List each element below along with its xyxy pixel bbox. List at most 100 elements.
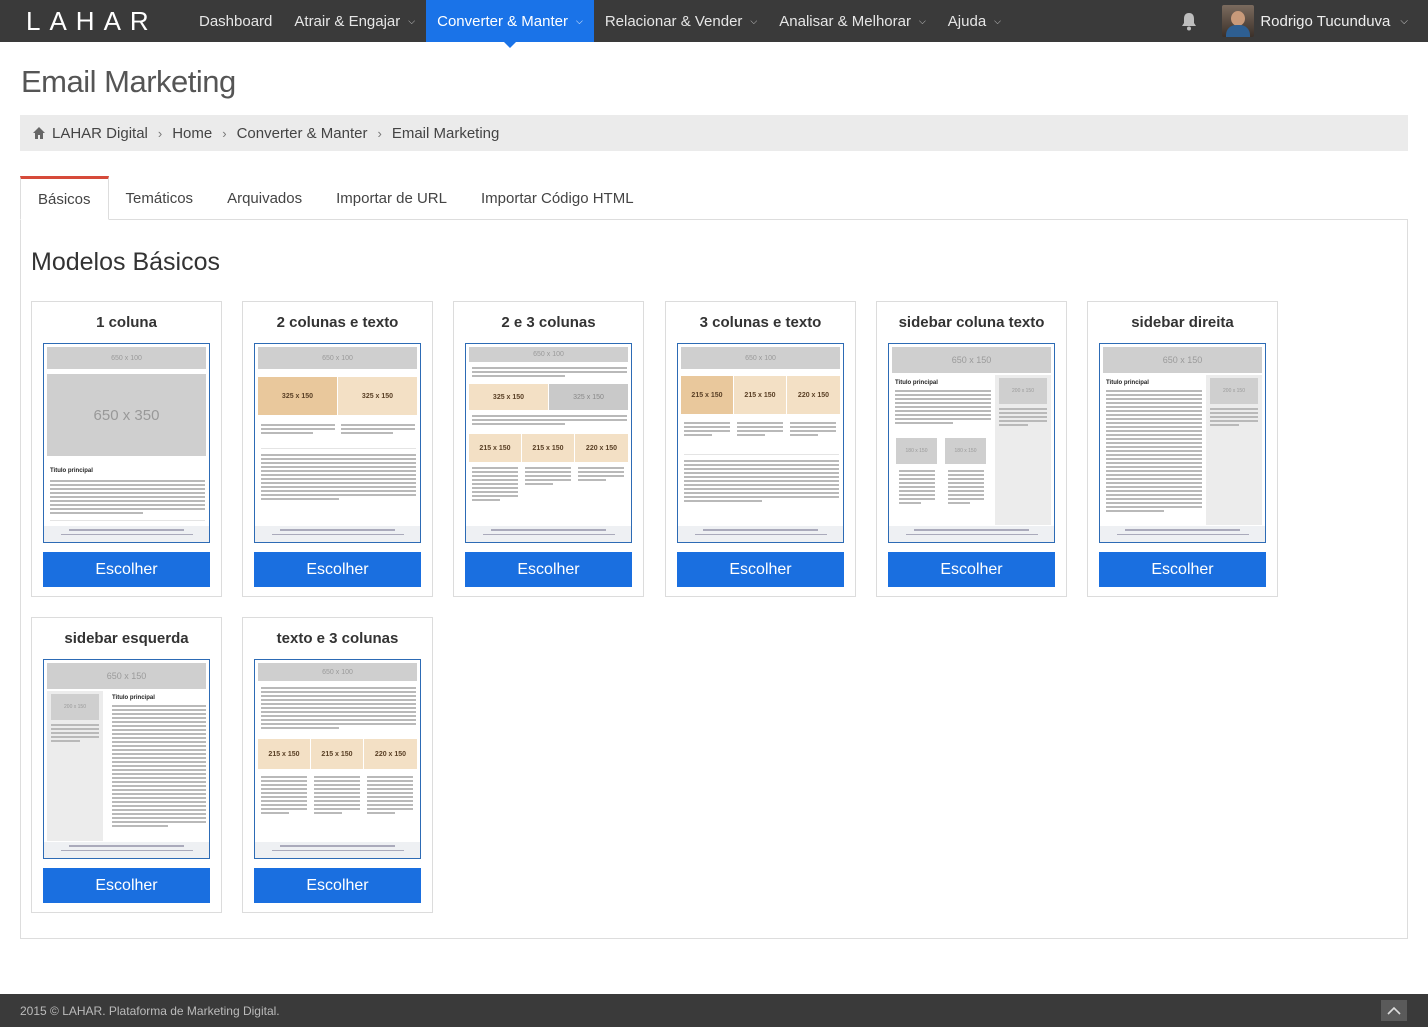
thumb-text [51, 724, 99, 744]
choose-button[interactable]: Escolher [43, 552, 210, 587]
thumb-text [261, 687, 416, 731]
thumb-text [948, 470, 984, 506]
nav-item-label: Dashboard [199, 12, 273, 30]
chevron-down-icon: ⌵ [994, 15, 1001, 26]
template-card: texto e 3 colunas 650 x 100 215 x 150 21… [242, 617, 433, 913]
choose-button[interactable]: Escolher [888, 552, 1055, 587]
template-name: 1 coluna [96, 314, 157, 331]
template-name: 3 colunas e texto [699, 314, 822, 331]
template-tabs: Básicos Temáticos Arquivados Importar de… [20, 176, 651, 220]
tab-tematicos[interactable]: Temáticos [109, 176, 211, 220]
chevron-right-icon: › [157, 125, 163, 141]
tab-arquivados[interactable]: Arquivados [210, 176, 319, 220]
thumb-footer [255, 842, 420, 858]
thumb-title: Titulo principal [895, 380, 938, 386]
template-name: 2 e 3 colunas [501, 314, 596, 331]
nav-item-label: Atrair & Engajar [294, 12, 401, 30]
template-thumbnail[interactable]: 650 x 150 200 x 150 Titulo principal [43, 659, 210, 859]
choose-button[interactable]: Escolher [254, 552, 421, 587]
nav-item-ajuda[interactable]: Ajuda ⌵ [937, 0, 1012, 42]
chevron-down-icon: ⌵ [750, 15, 758, 26]
thumb-title: Titulo principal [50, 468, 93, 474]
template-name: sidebar coluna texto [898, 314, 1045, 331]
breadcrumb-item[interactable]: Home [172, 125, 212, 142]
template-card: 2 e 3 colunas 650 x 100 325 x 150 325 x … [453, 301, 644, 597]
template-card: sidebar esquerda 650 x 150 200 x 150 Tit… [31, 617, 222, 913]
thumb-text [472, 367, 627, 379]
thumb-placeholder: 325 x 150 [549, 384, 628, 410]
tab-importar-url[interactable]: Importar de URL [319, 176, 464, 220]
choose-button[interactable]: Escolher [43, 868, 210, 903]
template-card: sidebar direita 650 x 150 200 x 150 Titu… [1087, 301, 1278, 597]
thumb-placeholder: 220 x 150 [364, 739, 417, 769]
template-thumbnail[interactable]: 650 x 100 650 x 350 Titulo principal [43, 343, 210, 543]
chevron-down-icon: ⌵ [918, 15, 926, 26]
thumb-text [50, 480, 205, 516]
scroll-to-top-button[interactable] [1381, 1000, 1407, 1021]
home-icon [33, 127, 45, 139]
chevron-up-icon [1387, 1006, 1401, 1015]
nav-item-label: Relacionar & Vender [604, 12, 743, 30]
thumb-title: Titulo principal [112, 695, 155, 701]
breadcrumb-item[interactable]: LAHAR Digital [52, 125, 148, 142]
thumb-text [367, 776, 413, 816]
user-name: Rodrigo Tucunduva [1260, 12, 1391, 30]
thumb-placeholder: 650 x 100 [469, 347, 628, 362]
thumb-placeholder: 215 x 150 [469, 434, 521, 462]
thumb-placeholder: 325 x 150 [338, 377, 417, 415]
lahar-logo[interactable]: LAHAR [0, 0, 188, 42]
thumb-text [999, 408, 1047, 428]
thumb-text [578, 467, 624, 483]
template-thumbnail[interactable]: 650 x 100 325 x 150 325 x 150 215 x 150 … [465, 343, 632, 543]
nav-item-analisar-melhorar[interactable]: Analisar & Melhorar ⌵ [768, 0, 937, 42]
thumb-placeholder: 325 x 150 [258, 377, 337, 415]
thumb-text [1106, 390, 1202, 514]
thumb-placeholder: 650 x 150 [47, 663, 206, 689]
choose-button[interactable]: Escolher [677, 552, 844, 587]
thumb-placeholder: 220 x 150 [575, 434, 628, 462]
thumb-text [895, 390, 991, 426]
bell-icon[interactable] [1178, 10, 1200, 32]
thumb-placeholder: 650 x 350 [47, 374, 206, 456]
breadcrumb-item[interactable]: Converter & Manter [237, 125, 368, 142]
template-thumbnail[interactable]: 650 x 150 200 x 150 Titulo principal [1099, 343, 1266, 543]
thumb-text [261, 424, 335, 436]
choose-button[interactable]: Escolher [254, 868, 421, 903]
thumb-footer [1100, 526, 1265, 542]
thumb-placeholder: 325 x 150 [469, 384, 548, 410]
thumb-footer [44, 842, 209, 858]
template-card: 2 colunas e texto 650 x 100 325 x 150 32… [242, 301, 433, 597]
nav-item-atrair-engajar[interactable]: Atrair & Engajar ⌵ [283, 0, 426, 42]
thumb-text [684, 460, 839, 504]
user-menu[interactable]: Rodrigo Tucunduva ⌵ [1222, 5, 1408, 37]
thumb-text [899, 470, 935, 506]
tab-importar-html[interactable]: Importar Código HTML [464, 176, 651, 220]
template-name: sidebar esquerda [64, 630, 189, 647]
tab-basicos[interactable]: Básicos [20, 176, 109, 220]
nav-item-relacionar-vender[interactable]: Relacionar & Vender ⌵ [594, 0, 768, 42]
thumb-placeholder: 650 x 150 [1103, 347, 1262, 373]
nav-item-converter-manter[interactable]: Converter & Manter ⌵ [426, 0, 594, 48]
thumb-footer [889, 526, 1054, 542]
template-name: texto e 3 colunas [276, 630, 399, 647]
template-thumbnail[interactable]: 650 x 150 200 x 150 Titulo principal 180… [888, 343, 1055, 543]
thumb-placeholder: 200 x 150 [999, 378, 1047, 404]
template-thumbnail[interactable]: 650 x 100 215 x 150 215 x 150 220 x 150 [254, 659, 421, 859]
thumb-placeholder: 650 x 100 [681, 347, 840, 369]
chevron-down-icon: ⌵ [1400, 15, 1408, 27]
thumb-placeholder: 215 x 150 [522, 434, 574, 462]
breadcrumb: LAHAR Digital › Home › Converter & Mante… [20, 115, 1408, 151]
template-name: sidebar direita [1131, 314, 1234, 331]
thumb-placeholder: 215 x 150 [311, 739, 363, 769]
template-card: 3 colunas e texto 650 x 100 215 x 150 21… [665, 301, 856, 597]
choose-button[interactable]: Escolher [465, 552, 632, 587]
chevron-right-icon: › [222, 125, 227, 141]
nav-item-dashboard[interactable]: Dashboard [188, 0, 283, 42]
template-thumbnail[interactable]: 650 x 100 325 x 150 325 x 150 [254, 343, 421, 543]
thumb-placeholder: 200 x 150 [51, 694, 99, 720]
template-thumbnail[interactable]: 650 x 100 215 x 150 215 x 150 220 x 150 [677, 343, 844, 543]
thumb-title: Titulo principal [1106, 380, 1149, 386]
choose-button[interactable]: Escolher [1099, 552, 1266, 587]
footer-text: 2015 © LAHAR. Plataforma de Marketing Di… [20, 1003, 280, 1018]
section-title: Modelos Básicos [31, 248, 220, 276]
